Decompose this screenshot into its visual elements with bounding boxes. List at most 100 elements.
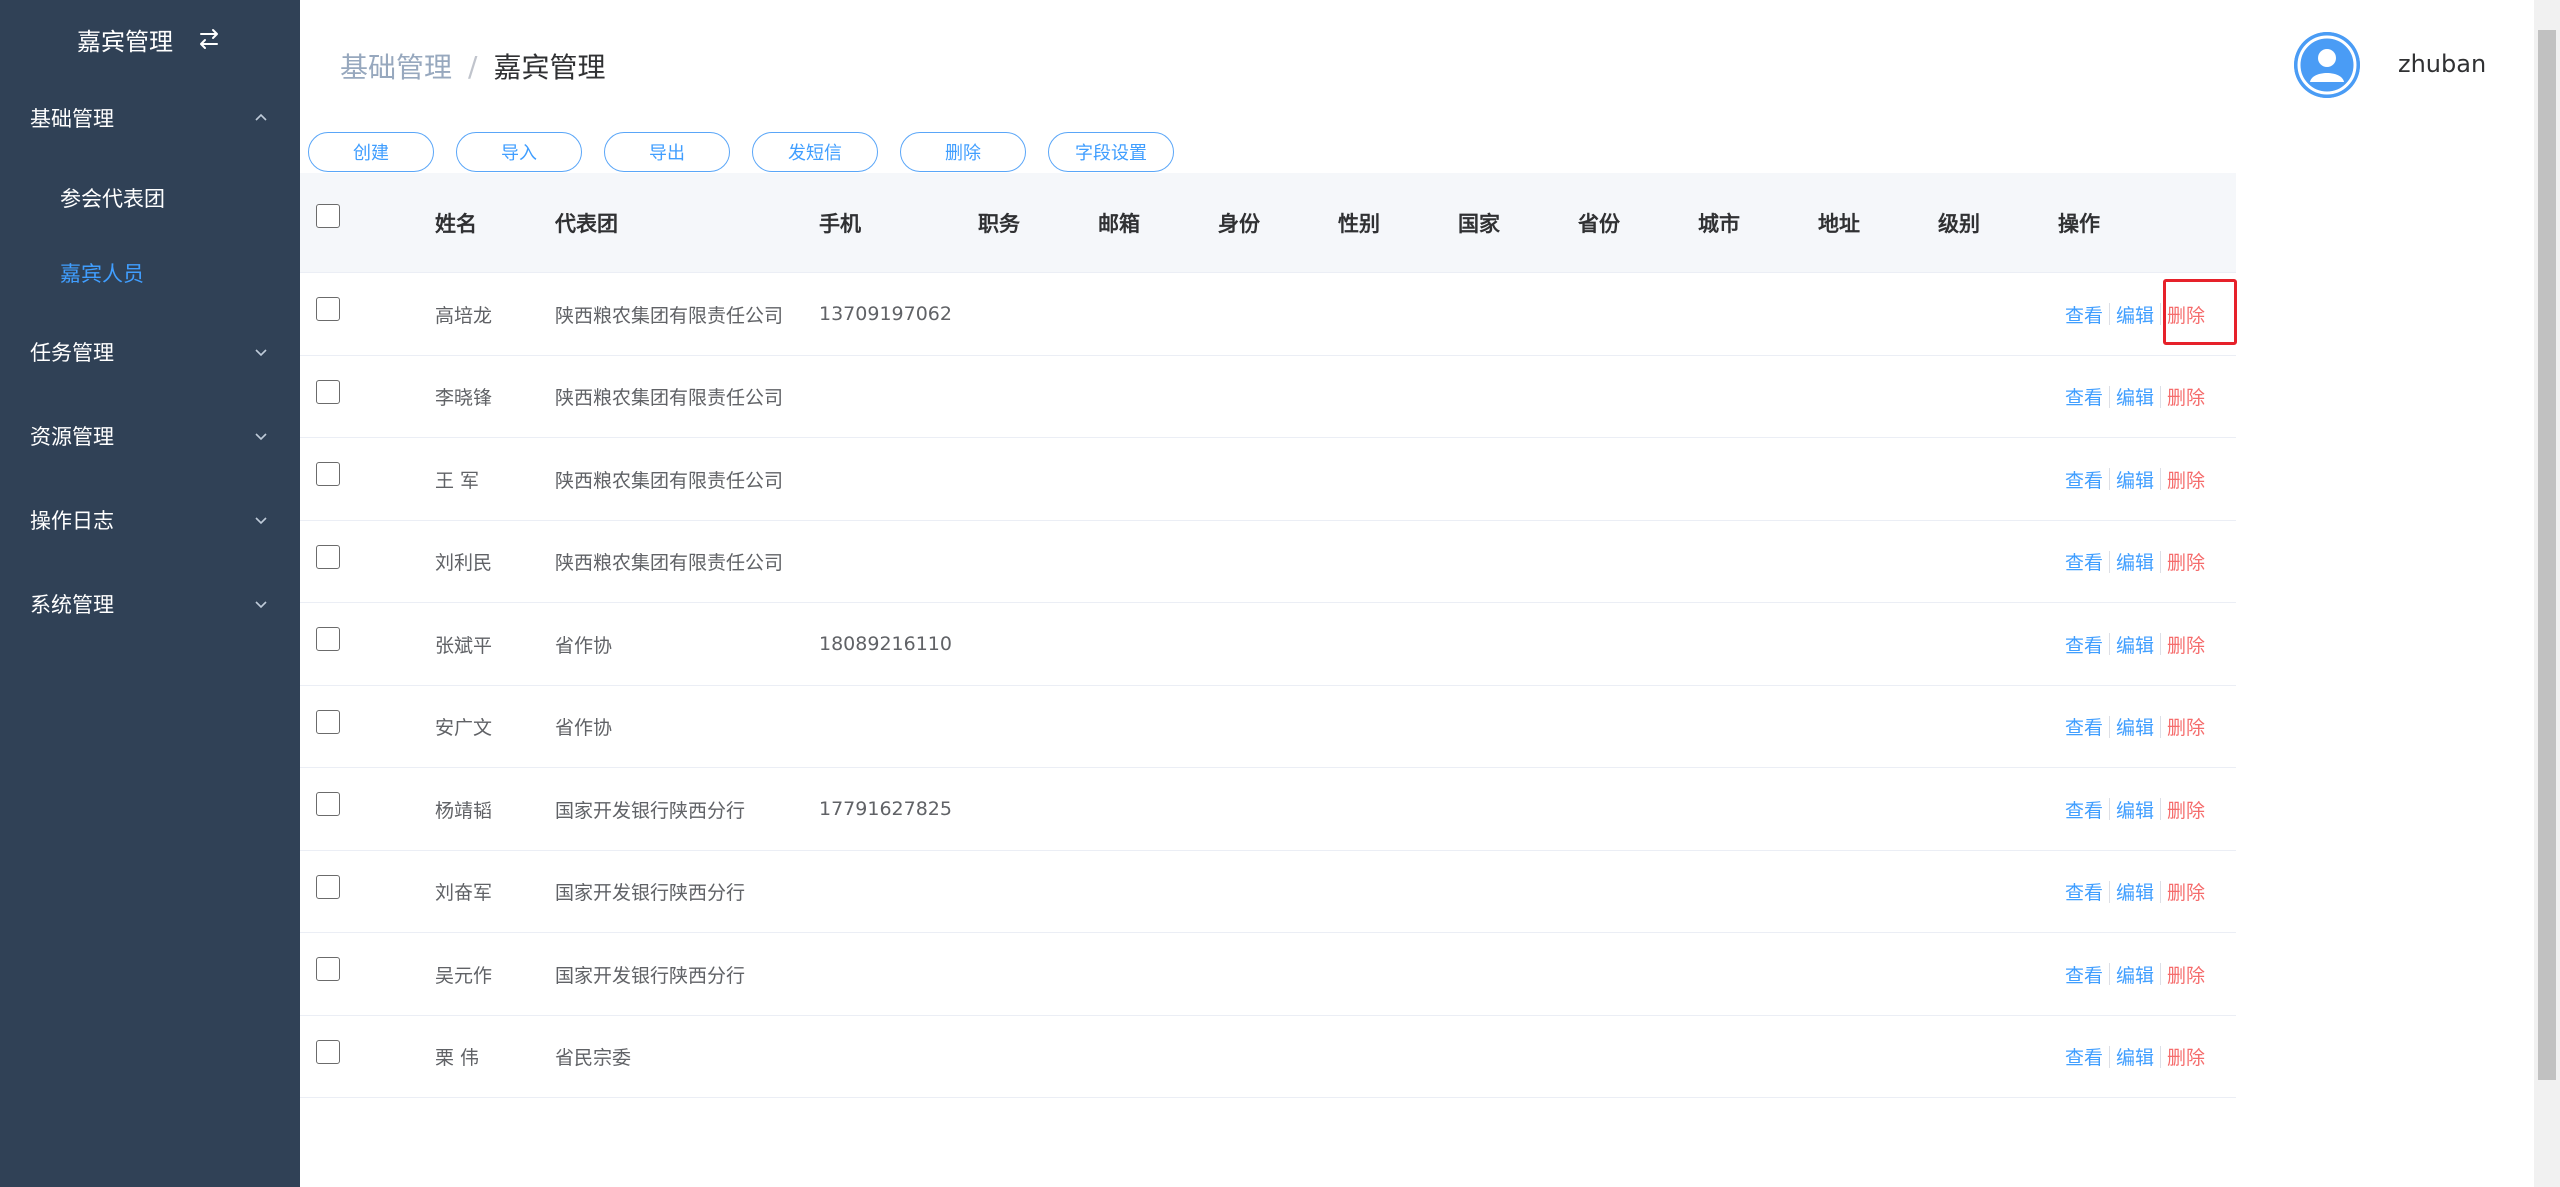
table-row: 安广文 省作协 查看 编辑 删除: [300, 686, 2236, 768]
row-checkbox[interactable]: [316, 1039, 340, 1064]
edit-link[interactable]: 编辑: [2116, 548, 2154, 575]
row-checkbox[interactable]: [316, 544, 340, 569]
column-header-level: 级别: [1938, 212, 1980, 236]
field-settings-button[interactable]: 字段设置: [1048, 132, 1174, 172]
delete-link[interactable]: 删除: [2167, 878, 2205, 905]
edit-link[interactable]: 编辑: [2116, 301, 2154, 328]
row-checkbox[interactable]: [316, 874, 340, 899]
delete-link[interactable]: 删除: [2167, 383, 2205, 410]
breadcrumb-separator: /: [468, 49, 478, 83]
view-link[interactable]: 查看: [2065, 961, 2103, 988]
view-link[interactable]: 查看: [2065, 878, 2103, 905]
table-row: 刘奋军 国家开发银行陕西分行 查看 编辑 删除: [300, 851, 2236, 933]
username[interactable]: zhuban: [2398, 50, 2486, 78]
toolbar: 创建 导入 导出 发短信 删除 字段设置: [308, 132, 1174, 172]
view-link[interactable]: 查看: [2065, 466, 2103, 493]
collapse-toggle-icon[interactable]: [195, 25, 223, 53]
action-divider: [2109, 385, 2111, 408]
delete-link[interactable]: 删除: [2167, 796, 2205, 823]
action-divider: [2160, 880, 2162, 903]
table-header: 姓名 代表团 手机 职务 邮箱 身份 性别 国家 省份 城市 地址 级别 操作: [300, 173, 2236, 273]
view-link[interactable]: 查看: [2065, 383, 2103, 410]
action-divider: [2160, 1045, 2162, 1068]
column-header-country: 国家: [1458, 212, 1500, 236]
edit-link[interactable]: 编辑: [2116, 1043, 2154, 1070]
menu-label: 基础管理: [30, 107, 114, 131]
delete-link[interactable]: 删除: [2167, 466, 2205, 493]
view-link[interactable]: 查看: [2065, 631, 2103, 658]
row-checkbox[interactable]: [316, 627, 340, 651]
delete-link[interactable]: 删除: [2167, 1043, 2205, 1070]
menu-operation-log[interactable]: 操作日志: [0, 490, 300, 550]
submenu-item-delegations[interactable]: 参会代表团: [0, 168, 300, 228]
export-button[interactable]: 导出: [604, 132, 730, 172]
view-link[interactable]: 查看: [2065, 301, 2103, 328]
avatar[interactable]: [2294, 32, 2360, 98]
cell-name: 刘奋军: [435, 882, 493, 904]
menu-task-management[interactable]: 任务管理: [0, 322, 300, 382]
cell-group: 省民宗委: [555, 1047, 632, 1069]
edit-link[interactable]: 编辑: [2116, 383, 2154, 410]
view-link[interactable]: 查看: [2065, 1043, 2103, 1070]
chevron-down-icon: [255, 517, 267, 525]
row-checkbox[interactable]: [316, 462, 340, 486]
menu-label: 任务管理: [30, 341, 114, 365]
app-title: 嘉宾管理: [77, 27, 173, 56]
create-button[interactable]: 创建: [308, 132, 434, 172]
view-link[interactable]: 查看: [2065, 713, 2103, 740]
edit-link[interactable]: 编辑: [2116, 796, 2154, 823]
action-divider: [2160, 550, 2162, 573]
chevron-down-icon: [255, 433, 267, 441]
action-divider: [2160, 633, 2162, 655]
table-row: 刘利民 陕西粮农集团有限责任公司 查看 编辑 删除: [300, 521, 2236, 603]
column-header-identity: 身份: [1218, 212, 1260, 236]
delete-link[interactable]: 删除: [2167, 961, 2205, 988]
action-divider: [2109, 798, 2111, 820]
edit-link[interactable]: 编辑: [2116, 631, 2154, 658]
row-checkbox[interactable]: [316, 709, 340, 734]
action-divider: [2109, 963, 2111, 985]
row-actions: 查看 编辑 删除: [2065, 273, 2205, 355]
action-divider: [2109, 1045, 2111, 1068]
row-checkbox[interactable]: [316, 379, 340, 404]
cell-name: 李晓锋: [435, 387, 493, 409]
row-checkbox[interactable]: [316, 297, 340, 321]
breadcrumb-parent[interactable]: 基础管理: [340, 46, 452, 86]
delete-link[interactable]: 删除: [2167, 301, 2205, 328]
edit-link[interactable]: 编辑: [2116, 466, 2154, 493]
cell-phone: 13709197062: [819, 303, 952, 325]
cell-name: 安广文: [435, 717, 493, 739]
cell-phone: 17791627825: [819, 798, 952, 820]
table-row: 李晓锋 陕西粮农集团有限责任公司 查看 编辑 删除: [300, 356, 2236, 438]
delete-link[interactable]: 删除: [2167, 548, 2205, 575]
select-all-checkbox[interactable]: [316, 204, 340, 228]
view-link[interactable]: 查看: [2065, 548, 2103, 575]
breadcrumb-current: 嘉宾管理: [493, 51, 606, 84]
row-actions: 查看 编辑 删除: [2065, 851, 2205, 933]
cell-name: 高培龙: [435, 304, 493, 327]
breadcrumb: 基础管理 / 嘉宾管理: [340, 46, 605, 86]
chevron-down-icon: [255, 601, 267, 609]
delete-link[interactable]: 删除: [2167, 631, 2205, 658]
cell-name: 王 军: [435, 469, 480, 492]
scrollbar[interactable]: [2534, 0, 2560, 1187]
submenu-item-guests[interactable]: 嘉宾人员: [0, 243, 300, 303]
row-checkbox[interactable]: [316, 792, 340, 816]
delete-button[interactable]: 删除: [900, 132, 1026, 172]
send-sms-button[interactable]: 发短信: [752, 132, 878, 172]
table-row: 高培龙 陕西粮农集团有限责任公司 13709197062 查看 编辑 删除: [300, 273, 2236, 356]
menu-system-management[interactable]: 系统管理: [0, 574, 300, 634]
edit-link[interactable]: 编辑: [2116, 878, 2154, 905]
edit-link[interactable]: 编辑: [2116, 713, 2154, 740]
view-link[interactable]: 查看: [2065, 796, 2103, 823]
cell-group: 省作协: [555, 717, 613, 739]
scrollbar-thumb[interactable]: [2538, 30, 2556, 1080]
delete-link[interactable]: 删除: [2167, 713, 2205, 740]
import-button[interactable]: 导入: [456, 132, 582, 172]
row-actions: 查看 编辑 删除: [2065, 438, 2205, 520]
menu-basic-management[interactable]: 基础管理: [0, 88, 300, 148]
edit-link[interactable]: 编辑: [2116, 961, 2154, 988]
action-divider: [2160, 385, 2162, 408]
menu-resource-management[interactable]: 资源管理: [0, 406, 300, 466]
row-checkbox[interactable]: [316, 957, 340, 981]
